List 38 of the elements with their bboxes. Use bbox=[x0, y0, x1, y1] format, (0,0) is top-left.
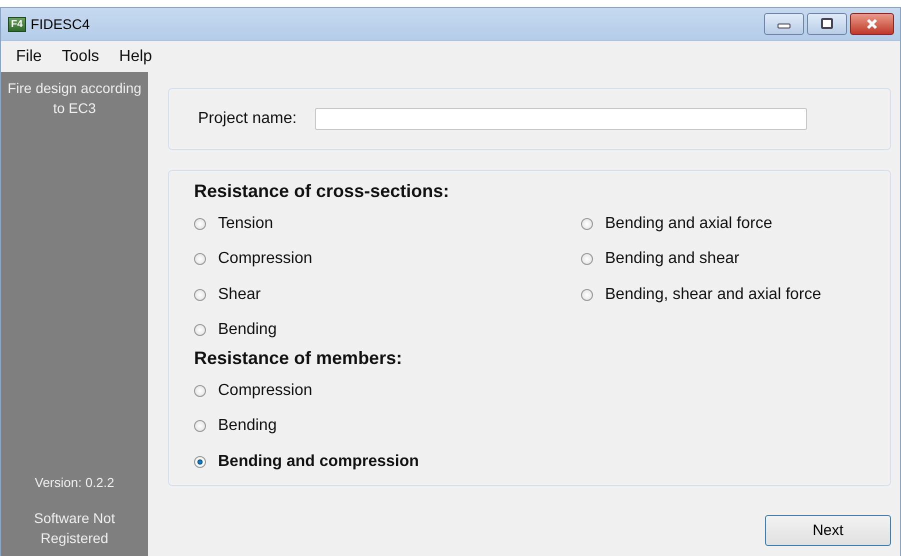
section-heading: Resistance of members: bbox=[194, 348, 404, 369]
section-heading: Resistance of cross-sections: bbox=[194, 181, 450, 202]
radio-button[interactable] bbox=[194, 288, 206, 301]
sidebar-heading: Fire design according to EC3 bbox=[6, 79, 142, 118]
radio-button[interactable] bbox=[581, 288, 593, 301]
project-name-field[interactable] bbox=[314, 108, 807, 130]
minimize-button[interactable] bbox=[764, 13, 804, 35]
version-text: Version: 0.2.2 bbox=[34, 475, 114, 490]
radio-option[interactable]: Bending and compression bbox=[194, 444, 581, 480]
registration-text: Software Not Registered bbox=[33, 509, 116, 548]
radio-button[interactable] bbox=[194, 253, 206, 266]
project-name-label: Project name: bbox=[198, 110, 297, 128]
radio-option[interactable]: Compression bbox=[194, 242, 581, 277]
radio-button[interactable] bbox=[581, 218, 593, 230]
next-button[interactable]: Next bbox=[765, 515, 891, 546]
radio-button[interactable] bbox=[194, 324, 206, 336]
maximize-icon bbox=[820, 18, 834, 30]
radio-option[interactable]: Bending and axial force bbox=[581, 206, 870, 242]
radio-button[interactable] bbox=[194, 384, 206, 397]
radio-button[interactable] bbox=[581, 253, 593, 266]
radio-button[interactable] bbox=[194, 218, 206, 230]
menu-item[interactable]: Tools bbox=[54, 48, 112, 66]
radio-option[interactable]: Bending bbox=[194, 312, 581, 348]
radio-button[interactable] bbox=[194, 456, 206, 468]
radio-option[interactable]: Bending, shear and axial force bbox=[581, 277, 870, 312]
close-icon bbox=[865, 18, 879, 30]
window-title: FIDESC4 bbox=[30, 16, 91, 32]
radio-button[interactable] bbox=[194, 420, 206, 432]
radio-option[interactable]: Bending bbox=[194, 408, 581, 444]
radio-option[interactable]: Compression bbox=[194, 373, 581, 408]
menu-item[interactable]: File bbox=[8, 48, 54, 66]
menu-item[interactable]: Help bbox=[111, 48, 164, 66]
radio-option[interactable]: Bending and shear bbox=[581, 242, 870, 277]
radio-option[interactable]: Tension bbox=[194, 206, 581, 242]
app-icon: F4 bbox=[8, 16, 26, 32]
radio-option[interactable]: Shear bbox=[194, 277, 581, 312]
maximize-button[interactable] bbox=[807, 13, 847, 35]
close-button[interactable] bbox=[850, 13, 894, 35]
